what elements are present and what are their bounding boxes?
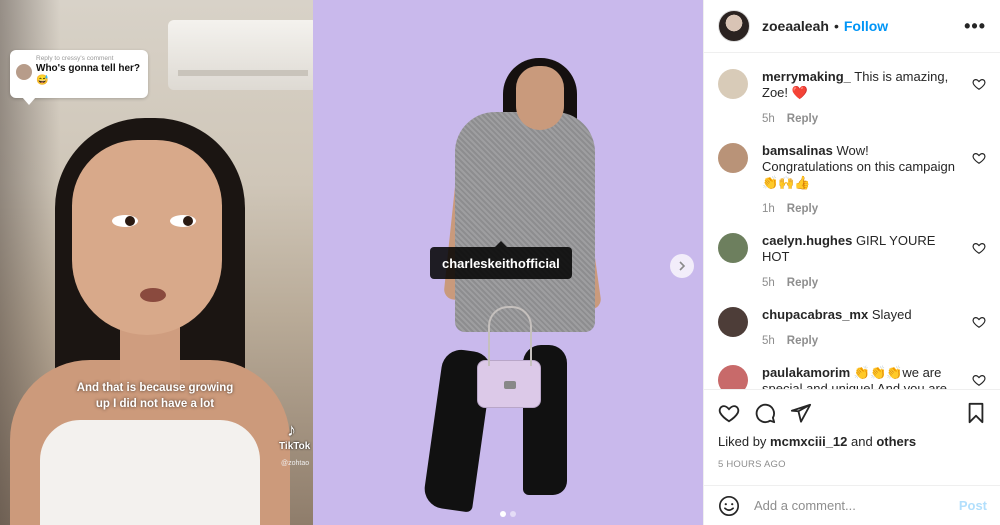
comment-username[interactable]: paulakamorim [762,365,850,380]
comment-reply-button[interactable]: Reply [787,203,818,215]
comment-time: 5h [762,113,775,125]
heart-icon[interactable] [972,77,986,91]
action-icons-row [718,400,987,426]
comment-avatar[interactable] [718,143,748,173]
like-heart-icon[interactable] [718,402,740,424]
comment-item: merrymaking_ This is amazing, Zoe! ❤️ 5h… [718,65,986,125]
comment-username[interactable]: caelyn.hughes [762,233,852,248]
comment-username[interactable]: bamsalinas [762,143,833,158]
eye-right [170,215,196,227]
reply-comment-bubble: Reply to cressy's comment Who's gonna te… [10,50,148,105]
post-header: zoeaaleah • Follow ••• [704,0,1000,53]
model-dress [455,112,595,332]
post-timestamp[interactable]: 5 HOURS AGO [718,459,987,470]
eye-left [112,215,138,227]
tiktok-brand-text: TikTok [279,441,311,452]
person-face [72,140,222,335]
comment-username[interactable]: chupacabras_mx [762,307,868,322]
reply-meta: Reply to cressy's comment [36,55,114,62]
bookmark-icon[interactable] [965,402,987,424]
comment-avatar[interactable] [718,233,748,263]
comment-reply-button[interactable]: Reply [787,335,818,347]
comment-username[interactable]: merrymaking_ [762,69,851,84]
carousel-dots [313,511,703,517]
video-caption: And that is because growing up I did not… [76,382,234,410]
comment-item: paulakamorim 👏👏👏we are special and uniqu… [718,361,986,389]
carousel-next-button[interactable] [670,254,694,278]
follow-button[interactable]: Follow [844,18,888,34]
post-comment-button[interactable]: Post [959,498,987,513]
comment-time: 5h [762,277,775,289]
comment-text: Slayed [871,307,912,322]
reply-text: Who's gonna tell her? [36,63,141,74]
comment-time: 1h [762,203,775,215]
more-options-icon[interactable]: ••• [964,16,986,37]
comment-item: chupacabras_mx Slayed 5h Reply [718,303,986,347]
comment-reply-button[interactable]: Reply [787,113,818,125]
model-face [516,66,564,130]
liked-by-prefix: Liked by [718,434,767,449]
liked-by-others[interactable]: others [876,434,916,449]
handbag [477,306,541,408]
share-paper-plane-icon[interactable] [790,402,812,424]
comment-composer: Post [704,485,1000,525]
air-conditioner [168,20,313,90]
tiktok-video-frame: Reply to cressy's comment Who's gonna te… [0,0,313,525]
carousel-dot-2 [510,511,516,517]
comment-bubble-icon[interactable] [754,402,776,424]
reply-emoji: 😅 [36,75,49,86]
likes-summary: Liked by mcmxciii_12 and others [718,434,987,449]
comment-time: 5h [762,335,775,347]
comment-avatar[interactable] [718,365,748,389]
post-actions: Liked by mcmxciii_12 and others 5 HOURS … [704,389,1000,470]
reply-avatar [16,64,32,80]
post-sidebar: zoeaaleah • Follow ••• merrymaking_ This… [703,0,1000,525]
chevron-right-icon [679,261,686,271]
liked-by-user[interactable]: mcmxciii_12 [770,434,847,449]
comment-avatar[interactable] [718,69,748,99]
author-username[interactable]: zoeaaleah [762,18,829,34]
mouth [140,288,166,302]
tiktok-note-icon: ♪ [287,420,296,440]
liked-by-and: and [851,434,873,449]
comment-input[interactable] [754,498,959,513]
carousel-dot-1 [500,511,506,517]
tiktok-logo: ♪ TikTok [279,420,310,452]
heart-icon[interactable] [972,315,986,329]
comments-list[interactable]: merrymaking_ This is amazing, Zoe! ❤️ 5h… [704,53,1000,389]
comment-avatar[interactable] [718,307,748,337]
header-separator: • [833,18,839,34]
comment-item: bamsalinas Wow! Congratulations on this … [718,139,986,215]
heart-icon[interactable] [972,241,986,255]
user-tag-label[interactable]: charleskeithofficial [430,241,572,279]
emoji-icon[interactable] [718,495,740,517]
heart-icon[interactable] [972,151,986,165]
comment-reply-button[interactable]: Reply [787,277,818,289]
person-top [40,420,260,525]
post-image[interactable]: charleskeithofficial [313,0,703,525]
comment-item: caelyn.hughes GIRL YOURE HOT 5h Reply [718,229,986,289]
tiktok-username: @zohtao [281,460,310,467]
author-avatar[interactable] [718,10,750,42]
heart-icon[interactable] [972,373,986,387]
